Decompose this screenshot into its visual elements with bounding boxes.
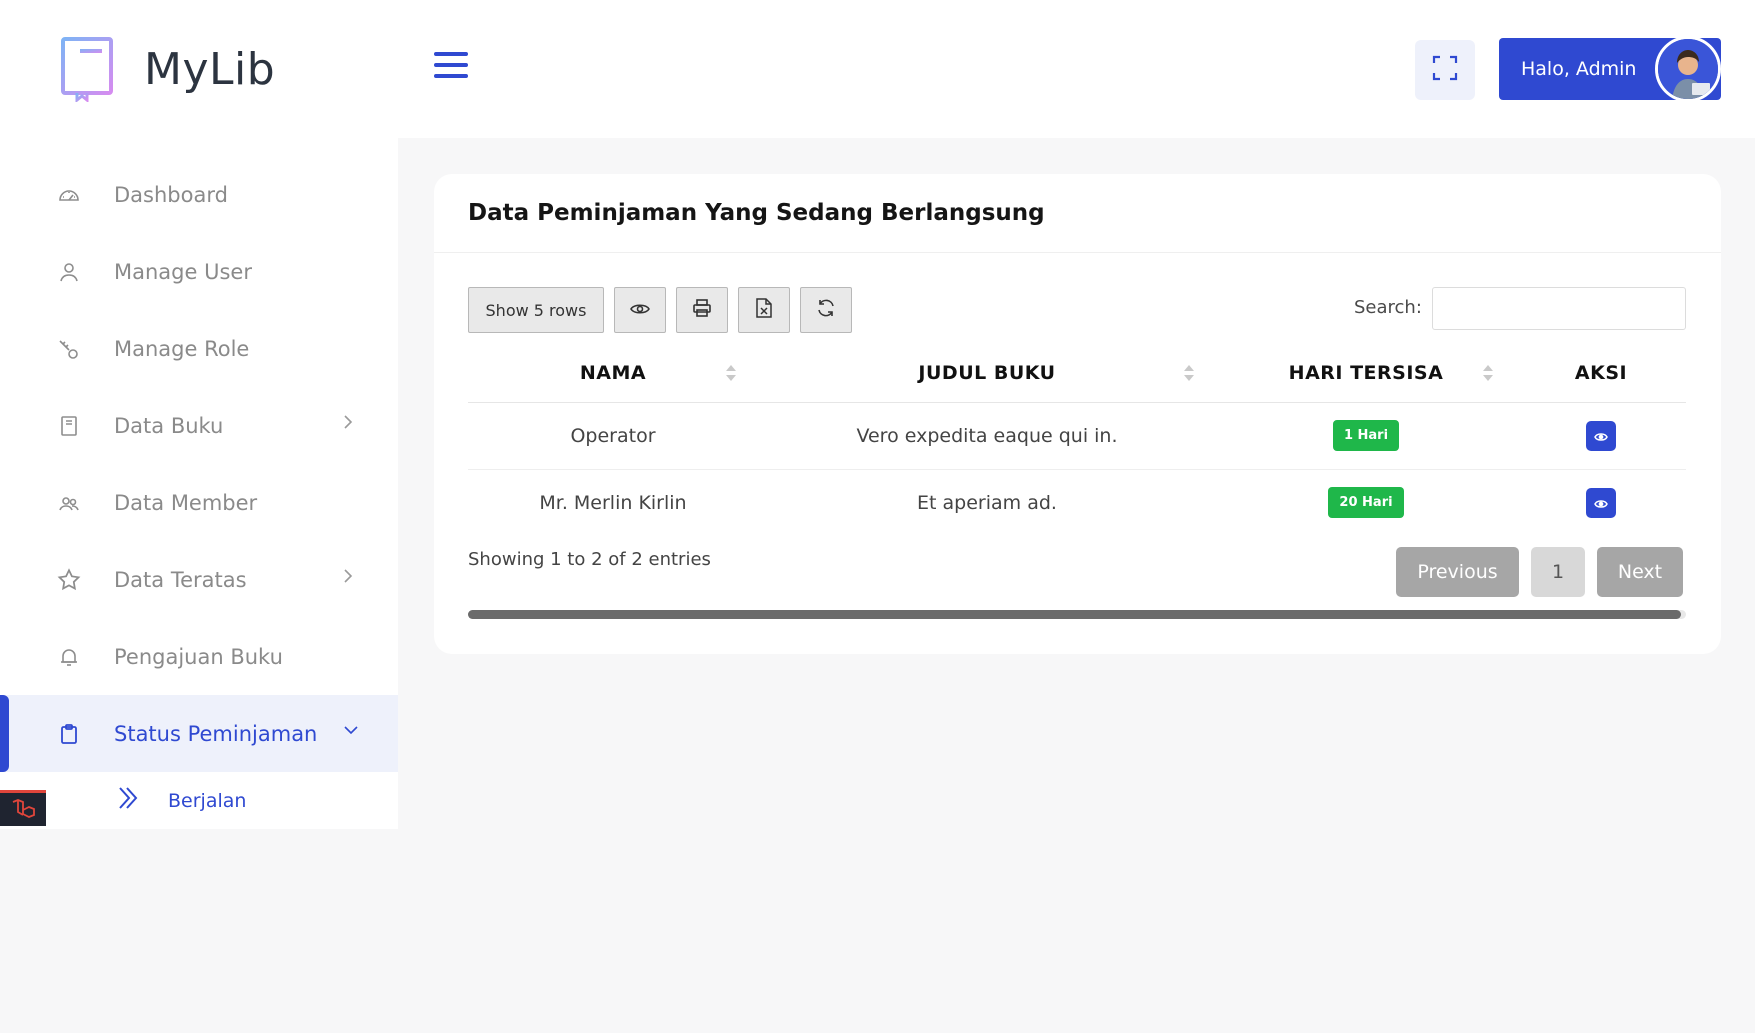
- column-header-label: JUDUL BUKU: [918, 361, 1056, 384]
- laravel-debugbar-icon[interactable]: [0, 790, 46, 826]
- excel-export-button[interactable]: [738, 287, 790, 333]
- sidebar-item-label: Pengajuan Buku: [114, 644, 283, 669]
- page-number-button[interactable]: 1: [1531, 547, 1585, 597]
- cell-hari-tersisa: 20 Hari: [1216, 469, 1516, 536]
- eye-icon: [1594, 425, 1608, 447]
- column-header-label: HARI TERSISA: [1288, 361, 1444, 384]
- user-icon: [56, 259, 82, 285]
- star-icon: [56, 567, 82, 593]
- sidebar: MyLib Dashboard Manage User Manage Role …: [0, 0, 398, 829]
- view-detail-button[interactable]: [1586, 487, 1616, 518]
- fullscreen-button[interactable]: [1415, 40, 1475, 100]
- sidebar-item-data-buku[interactable]: Data Buku: [0, 387, 398, 464]
- cell-judul-buku: Et aperiam ad.: [917, 491, 1057, 514]
- hamburger-menu-icon[interactable]: [434, 52, 468, 82]
- previous-page-button[interactable]: Previous: [1396, 547, 1519, 597]
- sidebar-item-data-teratas[interactable]: Data Teratas: [0, 541, 398, 618]
- sidebar-nav: Dashboard Manage User Manage Role Data B…: [0, 156, 398, 829]
- active-indicator: [0, 695, 9, 772]
- table-row: Mr. Merlin Kirlin Et aperiam ad. 20 Hari: [468, 469, 1686, 536]
- sort-icon: [1183, 364, 1195, 382]
- brand-name: MyLib: [144, 43, 276, 95]
- table-header-row: NAMA JUDUL BUKU HARI TERSISA AKSI: [468, 344, 1686, 403]
- pagination: Previous 1 Next: [1396, 547, 1683, 597]
- refresh-icon: [816, 298, 836, 322]
- sidebar-subitem-berjalan[interactable]: Berjalan: [0, 772, 398, 829]
- card-title: Data Peminjaman Yang Sedang Berlangsung: [468, 200, 1045, 226]
- refresh-button[interactable]: [800, 287, 852, 333]
- clipboard-icon: [56, 721, 82, 747]
- sidebar-item-manage-role[interactable]: Manage Role: [0, 310, 398, 387]
- days-left-badge: 1 Hari: [1332, 420, 1400, 451]
- column-header-nama[interactable]: NAMA: [468, 344, 758, 403]
- dashboard-gauge-icon: [56, 182, 82, 208]
- column-visibility-button[interactable]: [614, 287, 666, 333]
- loan-data-card: Data Peminjaman Yang Sedang Berlangsung …: [434, 174, 1721, 654]
- excel-export-icon: [756, 298, 772, 322]
- column-header-hari-tersisa[interactable]: HARI TERSISA: [1216, 344, 1516, 403]
- search-label: Search:: [1354, 297, 1422, 318]
- book-icon: [56, 413, 82, 439]
- cell-aksi: [1516, 469, 1686, 536]
- entries-info: Showing 1 to 2 of 2 entries: [468, 549, 711, 570]
- horizontal-scrollbar[interactable]: [468, 610, 1686, 619]
- days-left-badge: 20 Hari: [1328, 487, 1404, 519]
- eye-icon: [630, 301, 650, 320]
- sort-icon: [1482, 364, 1494, 382]
- sidebar-item-label: Manage User: [114, 259, 252, 284]
- double-chevron-right-icon: [116, 784, 140, 817]
- show-rows-button[interactable]: Show 5 rows: [468, 287, 604, 333]
- fullscreen-icon: [1432, 55, 1458, 85]
- sidebar-item-label: Data Buku: [114, 413, 224, 438]
- print-button[interactable]: [676, 287, 728, 333]
- table-toolbar: Show 5 rows: [468, 287, 862, 333]
- avatar[interactable]: [1655, 36, 1721, 102]
- loan-table: NAMA JUDUL BUKU HARI TERSISA AKSI Operat…: [468, 344, 1686, 536]
- view-detail-button[interactable]: [1586, 420, 1616, 451]
- sidebar-item-manage-user[interactable]: Manage User: [0, 233, 398, 310]
- chevron-down-icon: [342, 721, 360, 742]
- brand[interactable]: MyLib: [60, 36, 276, 104]
- print-icon: [693, 299, 711, 321]
- column-header-label: AKSI: [1574, 361, 1628, 384]
- sidebar-item-pengajuan-buku[interactable]: Pengajuan Buku: [0, 618, 398, 695]
- sidebar-item-dashboard[interactable]: Dashboard: [0, 156, 398, 233]
- sidebar-subitem-label: Berjalan: [168, 789, 247, 812]
- column-header-judul-buku[interactable]: JUDUL BUKU: [758, 344, 1216, 403]
- user-greeting: Halo, Admin: [1521, 58, 1637, 80]
- sidebar-item-label: Data Member: [114, 490, 258, 515]
- card-divider: [434, 252, 1721, 253]
- cell-hari-tersisa: 1 Hari: [1216, 402, 1516, 470]
- bell-icon: [56, 644, 82, 670]
- chevron-right-icon: [342, 567, 354, 590]
- users-icon: [56, 490, 82, 516]
- sidebar-item-label: Dashboard: [114, 182, 228, 207]
- column-header-aksi: AKSI: [1516, 344, 1686, 403]
- cell-aksi: [1516, 402, 1686, 470]
- cell-judul-buku: Vero expedita eaque qui in.: [758, 402, 1216, 470]
- sidebar-item-data-member[interactable]: Data Member: [0, 464, 398, 541]
- scrollbar-thumb[interactable]: [468, 610, 1681, 619]
- sidebar-item-label: Status Peminjaman: [114, 721, 318, 746]
- column-header-label: NAMA: [579, 361, 647, 384]
- chevron-right-icon: [342, 413, 354, 436]
- sidebar-item-status-peminjaman[interactable]: Status Peminjaman: [0, 695, 398, 772]
- eye-icon: [1594, 492, 1608, 514]
- table-row: Operator Vero expedita eaque qui in. 1 H…: [468, 402, 1686, 470]
- sidebar-item-label: Manage Role: [114, 336, 250, 361]
- sort-icon: [725, 364, 737, 382]
- cell-nama: Operator: [468, 402, 758, 470]
- key-icon: [56, 336, 82, 362]
- search-input[interactable]: [1432, 287, 1686, 330]
- next-page-button[interactable]: Next: [1597, 547, 1683, 597]
- cell-nama: Mr. Merlin Kirlin: [539, 491, 687, 514]
- book-logo-icon: [60, 36, 116, 104]
- sidebar-item-label: Data Teratas: [114, 567, 247, 592]
- topbar: Halo, Admin: [398, 0, 1755, 138]
